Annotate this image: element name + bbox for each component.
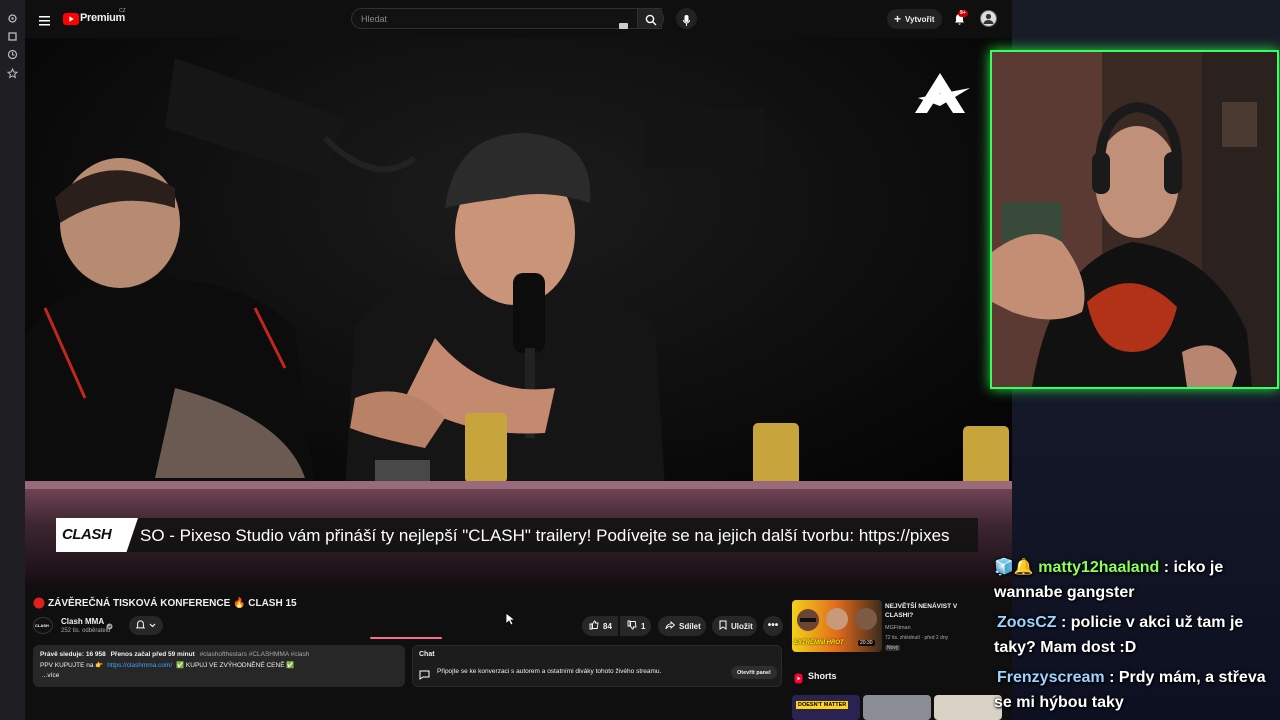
ppv-link[interactable]: https://clashmma.com/ bbox=[107, 662, 172, 669]
notification-badge: 9+ bbox=[958, 10, 968, 17]
search-placeholder: Hledat bbox=[361, 14, 388, 24]
search-button[interactable] bbox=[637, 8, 664, 29]
subscription-bell-button[interactable] bbox=[129, 616, 163, 635]
ticker-logo: CLASH bbox=[56, 518, 138, 552]
create-label: Vytvořit bbox=[905, 14, 935, 24]
ticker-text: SO - Pixeso Studio vám přináší ty nejlep… bbox=[140, 526, 950, 545]
stream-started: Přenos začal před 59 minut bbox=[110, 651, 195, 658]
chat-message-3: Frenzyscream : Prdy mám, a střeva se mi … bbox=[994, 669, 1266, 711]
description-line-2: PPV KUPUJTE na 👉 https://clashmma.com/ ✅… bbox=[40, 661, 294, 669]
new-badge: Nový bbox=[885, 645, 901, 651]
channel-avatar[interactable]: CLASH bbox=[33, 617, 53, 634]
shorts-icon bbox=[794, 671, 803, 689]
thumbnail-text: EXTRÉMNÍ HROT bbox=[794, 640, 844, 646]
chat-panel: Chat Připojte se ke konverzaci s autorem… bbox=[412, 645, 782, 687]
dislike-button[interactable]: 1 bbox=[620, 616, 651, 636]
open-chat-label: Otevřít panel bbox=[737, 669, 771, 676]
ticker-logo-text: CLASH bbox=[62, 526, 112, 543]
ppv-text: PPV KUPUJTE na 👉 bbox=[40, 662, 104, 669]
short-thumbnail-3[interactable] bbox=[934, 695, 1002, 720]
like-button[interactable]: 84 bbox=[582, 616, 618, 636]
video-frame-scene bbox=[25, 38, 1012, 588]
channel-subscribers: 252 tis. odběratelů bbox=[61, 628, 111, 634]
library-icon[interactable] bbox=[7, 29, 18, 41]
dislike-count: 1 bbox=[641, 621, 646, 631]
channel-avatar-text: CLASH bbox=[35, 623, 49, 628]
browser-sidebar bbox=[0, 0, 25, 720]
star-icon[interactable] bbox=[6, 66, 19, 79]
recommended-meta: 72 tis. zhlédnutí · před 2 dny bbox=[885, 635, 949, 641]
share-label: Sdílet bbox=[679, 621, 701, 631]
recommended-thumbnail[interactable]: EXTRÉMNÍ HROT 20:30 bbox=[792, 600, 882, 652]
show-more-link[interactable]: ...více bbox=[42, 672, 59, 679]
short-thumbnail-2[interactable] bbox=[863, 695, 931, 720]
search-input[interactable]: Hledat bbox=[351, 8, 662, 29]
video-player[interactable]: CLASH SO - Pixeso Studio vám přináší ty … bbox=[25, 38, 1012, 588]
chat-title: Chat bbox=[419, 651, 435, 658]
like-count: 84 bbox=[603, 621, 612, 631]
open-chat-button[interactable]: Otevřít panel bbox=[731, 666, 777, 679]
description-line-1: Právě sleduje: 16 958 Přenos začal před … bbox=[40, 651, 309, 658]
chat-badges: 🧊🔔 bbox=[994, 559, 1034, 576]
create-button[interactable]: + Vytvořit bbox=[887, 9, 942, 29]
watching-count: Právě sleduje: 16 958 bbox=[40, 651, 106, 658]
bookmark-icon bbox=[719, 620, 727, 632]
thumbs-down-icon bbox=[627, 620, 637, 632]
chat-username: ZoosCZ bbox=[997, 614, 1057, 631]
recommended-title[interactable]: NEJVĚTŠÍ NENÁVIST V CLASHI? bbox=[885, 602, 975, 620]
progress-underline bbox=[370, 637, 442, 639]
thumbs-up-icon bbox=[589, 620, 599, 632]
microphone-icon bbox=[683, 13, 690, 31]
more-horizontal-icon: ••• bbox=[767, 620, 779, 631]
settings-icon[interactable] bbox=[7, 11, 18, 23]
live-indicator-icon bbox=[33, 596, 45, 614]
voice-search-button[interactable] bbox=[676, 8, 697, 29]
bell-icon bbox=[135, 619, 146, 632]
chat-message-1: 🧊🔔 matty12haaland : icko je wannabe gang… bbox=[994, 559, 1224, 601]
avatar[interactable] bbox=[980, 10, 997, 27]
channel-name[interactable]: Clash MMA bbox=[61, 617, 104, 626]
ticker-bar: CLASH SO - Pixeso Studio vám přináší ty … bbox=[56, 518, 978, 552]
save-button[interactable]: Uložit bbox=[712, 616, 757, 636]
chat-username: matty12haaland bbox=[1038, 559, 1160, 576]
short-1-text: DOESN'T MATTER bbox=[796, 701, 849, 709]
shorts-heading: Shorts bbox=[808, 671, 837, 681]
region-code: CZ bbox=[119, 8, 126, 14]
save-label: Uložit bbox=[731, 621, 753, 631]
short-thumbnail-1[interactable]: DOESN'T MATTER bbox=[792, 695, 860, 720]
share-icon bbox=[665, 620, 676, 632]
chat-bubble-icon bbox=[419, 667, 430, 685]
chat-username: Frenzyscream bbox=[997, 669, 1105, 686]
hashtags[interactable]: #clashofthestars #CLASHMMA #clash bbox=[200, 651, 310, 658]
plus-icon: + bbox=[894, 12, 902, 26]
keyboard-icon[interactable] bbox=[619, 16, 628, 34]
more-actions-button[interactable]: ••• bbox=[763, 616, 783, 636]
youtube-logo-icon[interactable] bbox=[63, 12, 79, 30]
mouse-cursor-icon bbox=[505, 612, 517, 631]
video-title: ZÁVĚREČNÁ TISKOVÁ KONFERENCE 🔥 CLASH 15 bbox=[48, 598, 297, 609]
ppv-promo: ✅ KUPUJ VE ZVÝHODNĚNÉ CENĚ ✅ bbox=[176, 662, 295, 669]
chevron-down-icon bbox=[149, 621, 156, 630]
video-duration: 20:30 bbox=[858, 640, 875, 646]
menu-icon[interactable] bbox=[39, 13, 50, 31]
youtube-header: Premium CZ Hledat + Vytvořit 9+ bbox=[25, 0, 1012, 38]
chat-message: Připojte se ke konverzaci s autorem a os… bbox=[437, 668, 662, 675]
history-icon[interactable] bbox=[7, 47, 18, 60]
recommended-channel[interactable]: MGFitman bbox=[885, 625, 911, 631]
description-box[interactable]: Právě sleduje: 16 958 Přenos začal před … bbox=[33, 645, 405, 687]
search-icon bbox=[645, 13, 657, 31]
streamer-webcam bbox=[990, 50, 1279, 389]
chat-message-2: ZoosCZ : policie v akci už tam je taky? … bbox=[994, 614, 1244, 656]
share-button[interactable]: Sdílet bbox=[658, 616, 706, 636]
